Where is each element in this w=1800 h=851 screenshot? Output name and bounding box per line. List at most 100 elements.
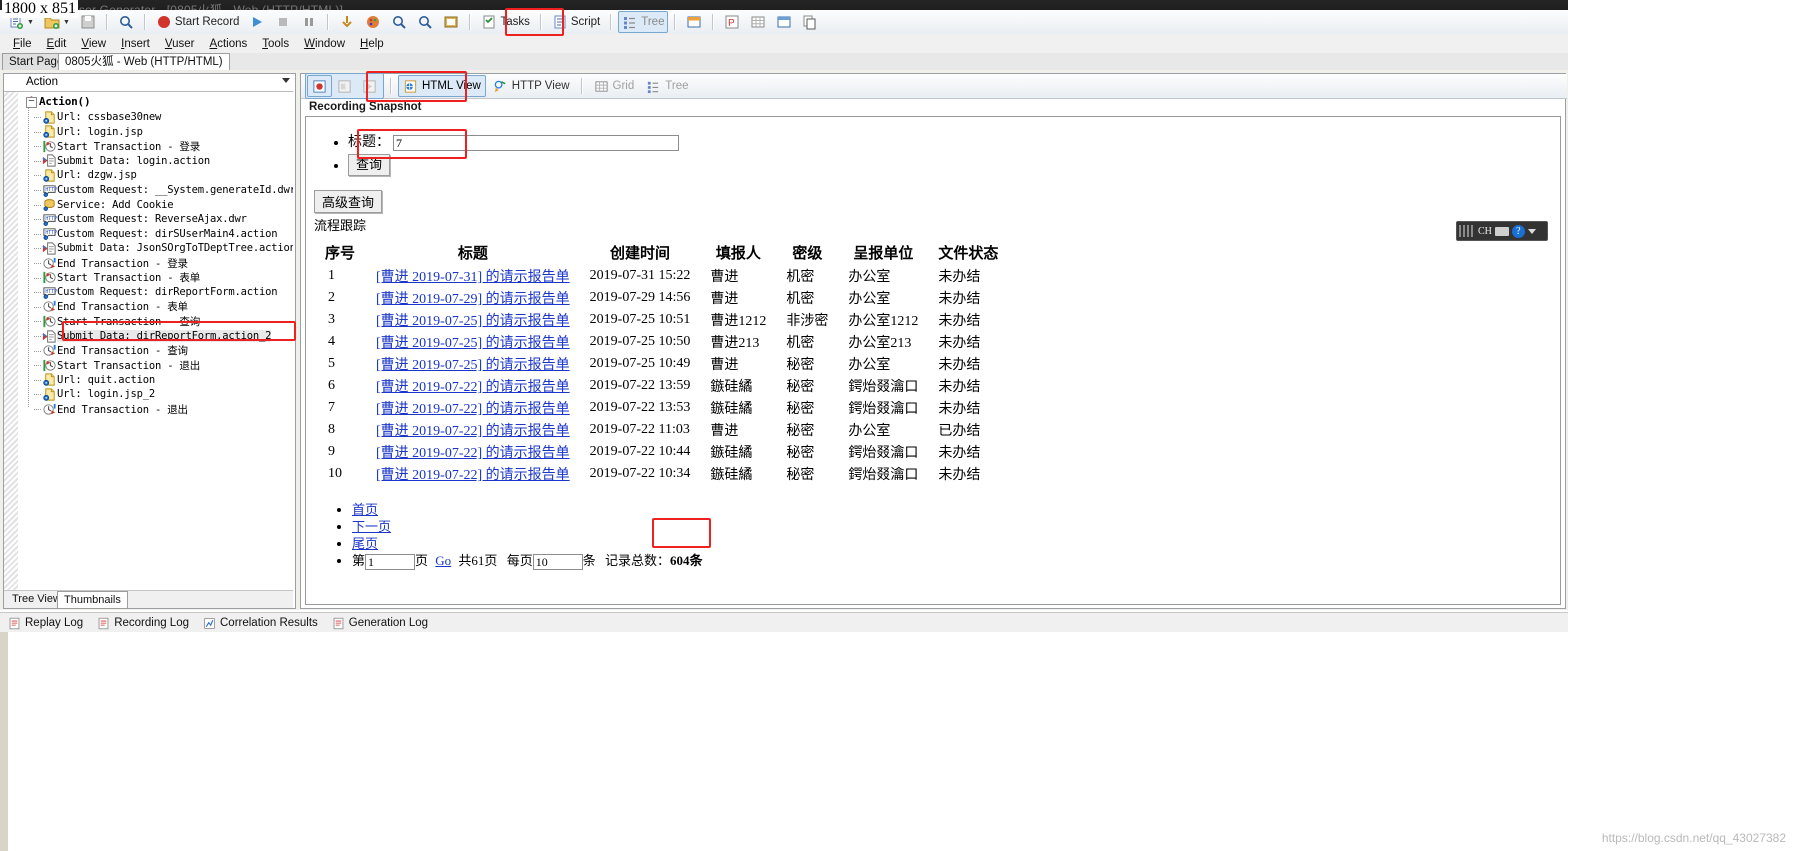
- http-view-button[interactable]: HTTP View: [488, 75, 575, 97]
- search-form: 标题： 查询: [306, 133, 1560, 176]
- tree-node[interactable]: Start Transaction - 表单: [42, 271, 200, 285]
- report-title-link[interactable]: [曹进 2019-07-22] 的请示报告单: [376, 468, 570, 483]
- zoom-out-button[interactable]: [413, 11, 437, 33]
- advanced-search-button[interactable]: 高级查询: [314, 190, 383, 213]
- action-combo[interactable]: Action: [4, 74, 293, 92]
- pager-next-link[interactable]: 下一页: [352, 519, 391, 534]
- tree-node[interactable]: Start Transaction - 查询: [42, 314, 200, 328]
- snapshot-button[interactable]: [439, 11, 463, 33]
- extra2-button[interactable]: [746, 11, 770, 33]
- tree-node[interactable]: Start Transaction - 登录: [42, 139, 200, 153]
- http-view-label: HTTP View: [511, 80, 570, 92]
- tree-node[interactable]: HTTP Custom Request: dirReportForm.action: [42, 285, 278, 299]
- script-button[interactable]: Script: [548, 11, 604, 33]
- tree-node[interactable]: Url: login.jsp: [42, 125, 143, 139]
- tree-node[interactable]: Submit Data: JsonSOrgToTDeptTree.action: [42, 241, 293, 255]
- run-button[interactable]: [245, 11, 269, 33]
- menu-edit[interactable]: Edit: [40, 37, 74, 51]
- go-link[interactable]: Go: [435, 553, 451, 568]
- zoom-in-button[interactable]: [387, 11, 411, 33]
- extra1-button[interactable]: P: [720, 11, 744, 33]
- report-title-link[interactable]: [曹进 2019-07-25] 的请示报告单: [376, 358, 570, 373]
- chevron-down-icon[interactable]: ▼: [27, 19, 34, 26]
- report-title-link[interactable]: [曹进 2019-07-31] 的请示报告单: [376, 270, 570, 285]
- recording-snapshot-button[interactable]: [307, 75, 332, 97]
- help-icon[interactable]: ?: [1511, 224, 1525, 238]
- chevron-down-icon[interactable]: [1527, 228, 1536, 234]
- script-tree[interactable]: Action() – Url: cssbase30new Url: login.jsp…: [4, 92, 293, 590]
- menu-actions[interactable]: Actions: [203, 37, 255, 51]
- tree-node[interactable]: Submit Data: dirReportForm.action_2: [42, 329, 271, 343]
- tree-button[interactable]: Tree: [641, 75, 693, 97]
- run-step-button[interactable]: [335, 11, 359, 33]
- per-page-input[interactable]: [532, 554, 583, 571]
- start-record-button[interactable]: Start Record: [152, 11, 244, 33]
- pager-first-link[interactable]: 首页: [352, 502, 378, 517]
- tab-thumbnails[interactable]: Thumbnails: [57, 591, 128, 609]
- menu-tools[interactable]: Tools: [255, 37, 296, 51]
- menu-vuser[interactable]: Vuser: [158, 37, 202, 51]
- extra3-button[interactable]: [772, 11, 796, 33]
- search-button[interactable]: 查询: [348, 154, 391, 176]
- extra4-button[interactable]: [798, 11, 822, 33]
- tree-node[interactable]: End Transaction - 表单: [42, 300, 188, 314]
- tree-button[interactable]: Tree: [618, 11, 669, 33]
- pager-last-link[interactable]: 尾页: [352, 536, 378, 551]
- end-transaction-icon: [42, 256, 57, 271]
- bottom-tab-replay-log[interactable]: Replay Log: [8, 617, 83, 630]
- cell-level: 秘密: [786, 446, 815, 461]
- tree-node[interactable]: Submit Data: login.action: [42, 154, 210, 168]
- tree-node[interactable]: Url: login.jsp_2: [42, 387, 155, 401]
- tree-node[interactable]: HTTP Custom Request: dirSUserMain4.action: [42, 227, 278, 241]
- save-script-button[interactable]: [76, 11, 100, 33]
- table-header-0: 序号: [324, 246, 355, 262]
- tree-node[interactable]: Url: cssbase30new: [42, 110, 161, 124]
- menu-view[interactable]: View: [74, 37, 113, 51]
- grid-button[interactable]: Grid: [589, 75, 640, 97]
- report-title-link[interactable]: [曹进 2019-07-29] 的请示报告单: [376, 292, 570, 307]
- tree-node[interactable]: Url: dzgw.jsp: [42, 168, 137, 182]
- compile-button[interactable]: [361, 11, 385, 33]
- report-title-link[interactable]: [曹进 2019-07-25] 的请示报告单: [376, 314, 570, 329]
- tree-node-label: Start Transaction - 登录: [57, 140, 201, 153]
- run-snapshot-icon: [362, 79, 377, 94]
- toolbar-separator: [674, 14, 677, 30]
- tree-node[interactable]: Service: Add Cookie: [42, 198, 174, 212]
- chevron-down-icon[interactable]: ▼: [63, 19, 70, 26]
- report-title-link[interactable]: [曹进 2019-07-22] 的请示报告单: [376, 446, 570, 461]
- keyboard-icon[interactable]: [1494, 226, 1509, 236]
- title-search-input[interactable]: [393, 135, 679, 152]
- bottom-tab-generation-log[interactable]: Generation Log: [332, 617, 428, 630]
- find-button[interactable]: [114, 11, 138, 33]
- bottom-tab-recording-log[interactable]: Recording Log: [97, 617, 189, 630]
- menu-file[interactable]: File: [6, 37, 39, 51]
- report-title-link[interactable]: [曹进 2019-07-22] 的请示报告单: [376, 402, 570, 417]
- tree-expander[interactable]: –: [26, 97, 37, 108]
- tasks-button[interactable]: Tasks: [477, 11, 533, 33]
- replay-snapshot-button[interactable]: [332, 75, 357, 97]
- report-title-link[interactable]: [曹进 2019-07-25] 的请示报告单: [376, 336, 570, 351]
- ime-language-bar[interactable]: CH ?: [1456, 221, 1548, 241]
- pause-button[interactable]: [297, 11, 321, 33]
- report-title-link[interactable]: [曹进 2019-07-22] 的请示报告单: [376, 424, 570, 439]
- doc-tab-script[interactable]: 0805火狐 - Web (HTTP/HTML): [58, 53, 230, 70]
- tree-node[interactable]: End Transaction - 查询: [42, 344, 188, 358]
- menu-insert[interactable]: Insert: [114, 37, 157, 51]
- html-view-button[interactable]: HTML View: [398, 75, 486, 97]
- tree-node[interactable]: End Transaction - 登录: [42, 256, 188, 270]
- tree-node[interactable]: Url: quit.action: [42, 373, 155, 387]
- tree-node[interactable]: HTTP Custom Request: ReverseAjax.dwr: [42, 212, 247, 226]
- tree-node[interactable]: HTTP Custom Request: __System.generateId.…: [42, 183, 293, 197]
- split-view-button[interactable]: [682, 11, 706, 33]
- menu-window[interactable]: Window: [297, 37, 352, 51]
- bottom-tab-correlation-results[interactable]: Correlation Results: [203, 617, 318, 630]
- action-combo-value: Action: [26, 76, 58, 88]
- report-title-link[interactable]: [曹进 2019-07-22] 的请示报告单: [376, 380, 570, 395]
- menu-help[interactable]: Help: [353, 37, 391, 51]
- tree-node[interactable]: Start Transaction - 退出: [42, 358, 200, 372]
- search-row: 标题：: [348, 133, 1560, 152]
- run-snapshot-button[interactable]: [357, 75, 382, 97]
- tree-node[interactable]: End Transaction - 退出: [42, 402, 188, 416]
- page-number-input[interactable]: [365, 554, 416, 571]
- stop-button[interactable]: [271, 11, 295, 33]
